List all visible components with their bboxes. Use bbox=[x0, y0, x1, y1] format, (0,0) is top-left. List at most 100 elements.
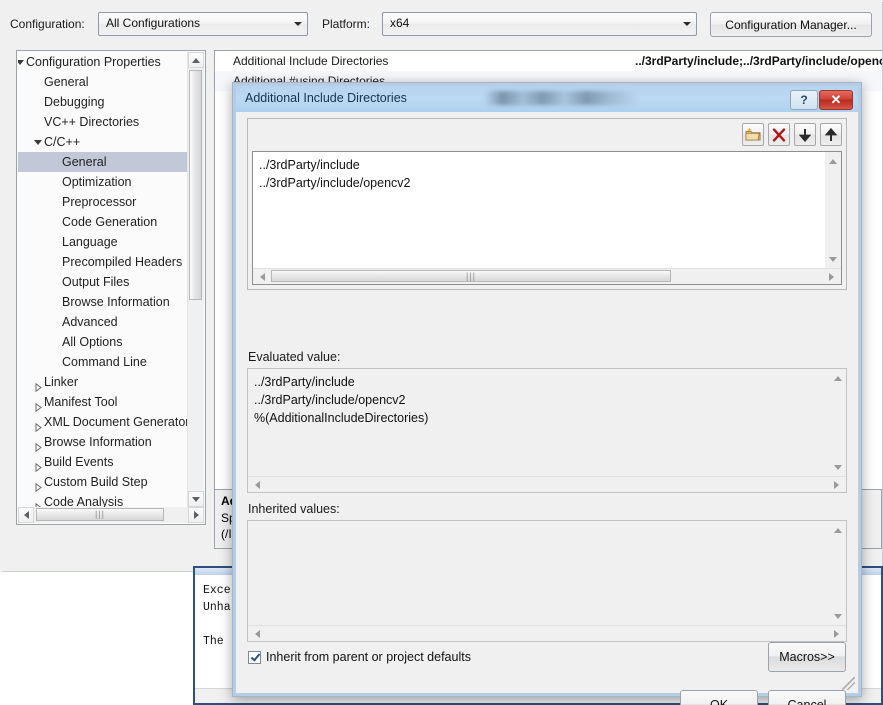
new-folder-icon[interactable] bbox=[742, 123, 764, 146]
tree-vertical-scrollbar[interactable] bbox=[187, 52, 204, 507]
configuration-manager-button[interactable]: Configuration Manager... bbox=[710, 12, 872, 37]
scrollbar-thumb[interactable]: ||| bbox=[271, 270, 671, 282]
inherited-horizontal-scrollbar[interactable] bbox=[248, 625, 846, 641]
tree-item-custom-build-step[interactable]: Custom Build Step bbox=[18, 472, 190, 492]
scroll-right-button[interactable] bbox=[829, 626, 844, 641]
dialog-title-bar[interactable]: Additional Include Directories ? ✕ bbox=[236, 86, 858, 112]
tree-item-all-options[interactable]: All Options bbox=[18, 332, 190, 352]
tree-item-code-generation[interactable]: Code Generation bbox=[18, 212, 190, 232]
tree-item-browse-information[interactable]: Browse Information bbox=[18, 432, 190, 452]
list-horizontal-scrollbar[interactable]: ||| bbox=[253, 268, 841, 284]
scroll-up-button[interactable] bbox=[830, 371, 846, 385]
tree-item-debugging[interactable]: Debugging bbox=[18, 92, 190, 112]
tree-item-label: VC++ Directories bbox=[44, 115, 140, 129]
grip-icon: ||| bbox=[94, 509, 105, 519]
tree-item-linker[interactable]: Linker bbox=[18, 372, 190, 392]
tree-item-precompiled-headers[interactable]: Precompiled Headers bbox=[18, 252, 190, 272]
delete-icon[interactable] bbox=[768, 123, 790, 146]
scrollbar-thumb[interactable] bbox=[189, 70, 202, 300]
chevron-down-icon[interactable] bbox=[32, 132, 44, 152]
scroll-down-button[interactable] bbox=[830, 609, 846, 623]
chevron-right-icon[interactable] bbox=[32, 452, 44, 472]
chevron-right-icon[interactable] bbox=[32, 372, 44, 392]
scroll-up-button[interactable] bbox=[825, 154, 841, 168]
tree-item-label: Language bbox=[62, 235, 118, 249]
tree-item-language[interactable]: Language bbox=[18, 232, 190, 252]
tree-item-advanced[interactable]: Advanced bbox=[18, 312, 190, 332]
scroll-up-button[interactable] bbox=[830, 523, 846, 537]
cancel-button[interactable]: Cancel bbox=[768, 690, 846, 705]
tree-item-c-c[interactable]: C/C++ bbox=[18, 132, 190, 152]
tree-item-label: Linker bbox=[44, 375, 79, 389]
chevron-down-icon bbox=[289, 13, 307, 35]
chevron-right-icon[interactable] bbox=[32, 432, 44, 452]
tree-item-vc-directories[interactable]: VC++ Directories bbox=[18, 112, 190, 132]
table-row[interactable]: Additional Include Directories ../3rdPar… bbox=[215, 51, 882, 71]
check-icon bbox=[250, 652, 260, 662]
tree-item-general[interactable]: General bbox=[18, 72, 190, 92]
scroll-left-button[interactable] bbox=[250, 626, 265, 641]
close-icon[interactable]: ✕ bbox=[819, 90, 853, 110]
scroll-left-button[interactable] bbox=[255, 269, 270, 284]
tree-item-code-analysis[interactable]: Code Analysis bbox=[18, 492, 190, 507]
tree-item-label: Optimization bbox=[62, 175, 132, 189]
tree-horizontal-scrollbar[interactable]: ||| bbox=[18, 507, 204, 523]
chevron-down-icon bbox=[678, 13, 696, 35]
macros-button[interactable]: Macros>> bbox=[768, 642, 846, 672]
ok-button[interactable]: OK bbox=[680, 690, 758, 705]
tree-item-label: Debugging bbox=[44, 95, 105, 109]
tree-item-configuration-properties[interactable]: Configuration Properties bbox=[18, 52, 190, 72]
tree-item-xml-document-generator[interactable]: XML Document Generator bbox=[18, 412, 190, 432]
list-vertical-scrollbar[interactable] bbox=[825, 152, 841, 268]
tree-item-optimization[interactable]: Optimization bbox=[18, 172, 190, 192]
list-item[interactable]: ../3rdParty/include/opencv2 bbox=[259, 174, 818, 192]
evaluated-horizontal-scrollbar[interactable] bbox=[248, 476, 846, 492]
grip-icon: ||| bbox=[465, 270, 476, 281]
chevron-right-icon[interactable] bbox=[32, 392, 44, 412]
inherited-vertical-scrollbar[interactable] bbox=[830, 521, 846, 625]
tree-item-manifest-tool[interactable]: Manifest Tool bbox=[18, 392, 190, 412]
tree-item-build-events[interactable]: Build Events bbox=[18, 452, 190, 472]
tree-item-preprocessor[interactable]: Preprocessor bbox=[18, 192, 190, 212]
scroll-right-button[interactable] bbox=[188, 507, 204, 523]
tree-item-output-files[interactable]: Output Files bbox=[18, 272, 190, 292]
configuration-label: Configuration: bbox=[10, 17, 85, 31]
resize-grip-icon[interactable] bbox=[842, 677, 855, 690]
console-line: Exce bbox=[203, 584, 231, 597]
tree-item-command-line[interactable]: Command Line bbox=[18, 352, 190, 372]
scroll-down-button[interactable] bbox=[825, 252, 841, 266]
platform-select[interactable]: x64 bbox=[382, 12, 697, 36]
evaluated-vertical-scrollbar[interactable] bbox=[830, 369, 846, 476]
evaluated-value-box: ../3rdParty/include ../3rdParty/include/… bbox=[247, 368, 847, 493]
scroll-right-button[interactable] bbox=[824, 269, 839, 284]
tree-item-general[interactable]: General bbox=[18, 152, 190, 172]
help-button[interactable]: ? bbox=[790, 90, 818, 110]
tree-item-browse-information[interactable]: Browse Information bbox=[18, 292, 190, 312]
directories-list[interactable]: ../3rdParty/include ../3rdParty/include/… bbox=[252, 151, 842, 285]
scrollbar-thumb[interactable]: ||| bbox=[36, 508, 164, 521]
scroll-up-button[interactable] bbox=[188, 52, 204, 68]
list-item[interactable]: ../3rdParty/include bbox=[259, 156, 818, 174]
platform-label: Platform: bbox=[322, 17, 371, 31]
configuration-select-value: All Configurations bbox=[106, 16, 201, 30]
scroll-right-button[interactable] bbox=[829, 477, 844, 492]
scroll-left-button[interactable] bbox=[250, 477, 265, 492]
tree-item-label: Code Analysis bbox=[44, 495, 124, 507]
list-toolbar bbox=[742, 123, 842, 147]
move-down-icon[interactable] bbox=[794, 123, 816, 146]
inherited-values-label: Inherited values: bbox=[248, 502, 340, 516]
chevron-down-icon[interactable] bbox=[18, 52, 26, 72]
chevron-right-icon[interactable] bbox=[32, 492, 44, 507]
scroll-down-button[interactable] bbox=[188, 491, 204, 507]
chevron-right-icon[interactable] bbox=[32, 472, 44, 492]
inherit-checkbox-label: Inherit from parent or project defaults bbox=[266, 650, 471, 664]
evaluated-value-label: Evaluated value: bbox=[248, 350, 341, 364]
inherit-checkbox[interactable] bbox=[248, 650, 261, 664]
chevron-right-icon[interactable] bbox=[32, 412, 44, 432]
move-up-icon[interactable] bbox=[820, 123, 842, 146]
inherit-checkbox-row[interactable]: Inherit from parent or project defaults bbox=[248, 650, 471, 664]
scroll-down-button[interactable] bbox=[830, 460, 846, 474]
evaluated-value-line: ../3rdParty/include bbox=[254, 375, 355, 389]
scroll-left-button[interactable] bbox=[18, 507, 34, 523]
configuration-select[interactable]: All Configurations bbox=[98, 12, 308, 36]
